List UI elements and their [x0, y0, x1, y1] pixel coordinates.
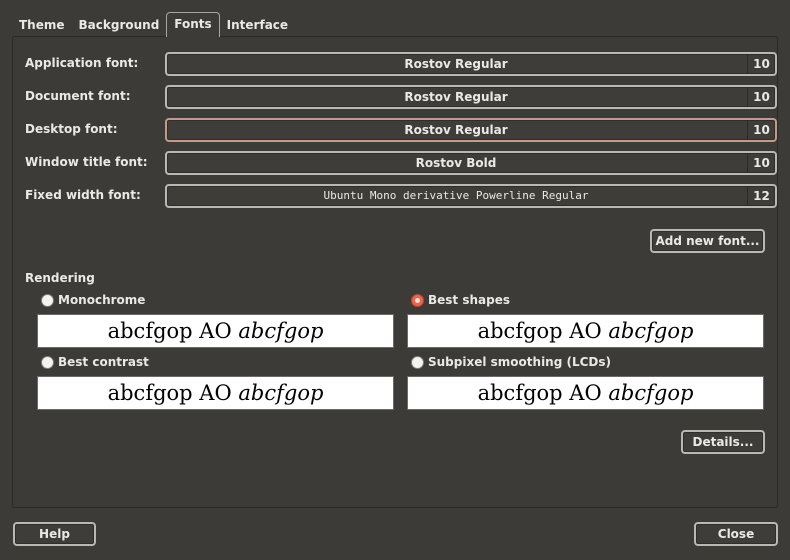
- tab-background[interactable]: Background: [72, 14, 167, 36]
- option-label: Subpixel smoothing (LCDs): [428, 355, 612, 369]
- font-name: Rostov Bold: [415, 156, 497, 170]
- preview-text-italic: abcfgop: [608, 381, 694, 405]
- preview-text: abcfgop AO: [107, 381, 232, 405]
- preview-text-italic: abcfgop: [238, 381, 324, 405]
- font-size: 10: [747, 54, 775, 74]
- preview-text: abcfgop AO: [477, 319, 602, 343]
- fixed-width-font-row: Fixed width font: Ubuntu Mono derivative…: [25, 184, 777, 208]
- application-font-button[interactable]: Rostov Regular 10: [165, 52, 777, 76]
- preview-text-italic: abcfgop: [238, 319, 324, 343]
- rendering-option-subpixel-smoothing[interactable]: Subpixel smoothing (LCDs): [411, 354, 611, 370]
- add-new-font-button[interactable]: Add new font...: [650, 229, 765, 253]
- document-font-row: Document font: Rostov Regular 10: [25, 85, 777, 109]
- tab-theme[interactable]: Theme: [12, 14, 72, 36]
- best-shapes-preview: abcfgop AO abcfgop: [407, 314, 764, 348]
- rendering-option-monochrome[interactable]: Monochrome: [41, 292, 145, 308]
- tab-fonts[interactable]: Fonts: [166, 12, 220, 37]
- application-font-row: Application font: Rostov Regular 10: [25, 52, 777, 76]
- option-label: Best shapes: [428, 293, 510, 307]
- application-font-label: Application font:: [25, 56, 139, 70]
- font-name: Rostov Regular: [404, 90, 508, 104]
- font-name: Rostov Regular: [404, 123, 508, 137]
- fixed-width-font-button[interactable]: Ubuntu Mono derivative Powerline Regular…: [165, 184, 777, 208]
- window-title-font-button[interactable]: Rostov Bold 10: [165, 151, 777, 175]
- tab-interface[interactable]: Interface: [220, 14, 295, 36]
- fixed-width-font-label: Fixed width font:: [25, 188, 141, 202]
- window-title-font-label: Window title font:: [25, 155, 148, 169]
- best-contrast-preview: abcfgop AO abcfgop: [37, 376, 394, 410]
- details-button[interactable]: Details...: [681, 430, 765, 454]
- preview-text-italic: abcfgop: [608, 319, 694, 343]
- font-size: 12: [747, 186, 775, 206]
- radio-button[interactable]: [41, 355, 54, 369]
- window-title-font-row: Window title font: Rostov Bold 10: [25, 151, 777, 175]
- radio-button[interactable]: [411, 293, 424, 307]
- desktop-font-row: Desktop font: Rostov Regular 10: [25, 118, 777, 142]
- preview-text: abcfgop AO: [477, 381, 602, 405]
- desktop-font-button[interactable]: Rostov Regular 10: [165, 118, 777, 142]
- font-name: Ubuntu Mono derivative Powerline Regular: [323, 189, 589, 202]
- desktop-font-label: Desktop font:: [25, 122, 118, 136]
- monochrome-preview: abcfgop AO abcfgop: [37, 314, 394, 348]
- option-label: Monochrome: [58, 293, 146, 307]
- rendering-section-title: Rendering: [25, 271, 95, 285]
- option-label: Best contrast: [58, 355, 149, 369]
- rendering-option-best-contrast[interactable]: Best contrast: [41, 354, 149, 370]
- preview-text: abcfgop AO: [107, 319, 232, 343]
- fonts-panel: Application font: Rostov Regular 10 Docu…: [12, 36, 778, 508]
- tab-bar: Theme Background Fonts Interface: [12, 12, 295, 37]
- document-font-label: Document font:: [25, 89, 131, 103]
- help-button[interactable]: Help: [13, 522, 96, 546]
- document-font-button[interactable]: Rostov Regular 10: [165, 85, 777, 109]
- radio-button[interactable]: [41, 293, 54, 307]
- subpixel-smoothing-preview: abcfgop AO abcfgop: [407, 376, 764, 410]
- font-size: 10: [747, 87, 775, 107]
- font-size: 10: [747, 153, 775, 173]
- radio-button[interactable]: [411, 355, 424, 369]
- close-button[interactable]: Close: [694, 522, 778, 546]
- rendering-option-best-shapes[interactable]: Best shapes: [411, 292, 510, 308]
- font-name: Rostov Regular: [404, 57, 508, 71]
- font-size: 10: [747, 120, 775, 140]
